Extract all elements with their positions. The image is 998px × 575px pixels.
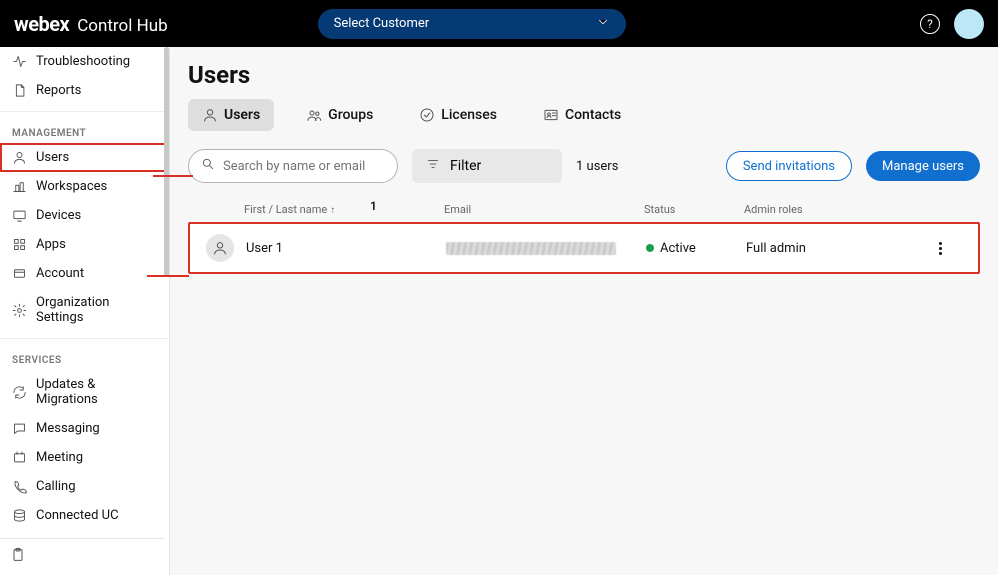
section-header-management: MANAGEMENT	[0, 118, 169, 143]
search-box[interactable]	[188, 149, 398, 183]
refresh-icon	[12, 385, 27, 400]
cell-email	[446, 242, 646, 255]
user-icon	[202, 107, 218, 123]
filter-button[interactable]: Filter	[412, 149, 562, 183]
account-icon	[12, 266, 27, 281]
clipboard-icon[interactable]	[10, 552, 26, 567]
user-icon	[12, 150, 27, 165]
tab-users[interactable]: Users	[188, 99, 274, 131]
help-icon[interactable]: ?	[920, 14, 940, 34]
brand-sub: Control Hub	[77, 16, 167, 36]
sidebar-item-label: Account	[36, 266, 84, 281]
customer-select[interactable]: Select Customer	[318, 9, 626, 39]
sidebar-item-account[interactable]: Account	[0, 259, 169, 288]
divider	[0, 338, 169, 339]
brand: webex Control Hub	[14, 12, 168, 36]
cell-name: User 1	[246, 241, 446, 256]
user-count: 1 users	[576, 159, 618, 174]
group-icon	[306, 107, 322, 123]
sidebar-item-label: Reports	[36, 83, 81, 98]
search-input[interactable]	[223, 159, 389, 174]
col-name[interactable]: First / Last name↑	[244, 203, 444, 216]
manage-users-button[interactable]: Manage users	[866, 151, 980, 181]
tab-contacts[interactable]: Contacts	[529, 99, 635, 131]
sidebar-item-troubleshooting[interactable]: Troubleshooting	[0, 47, 169, 76]
license-icon	[419, 107, 435, 123]
col-email[interactable]: Email	[444, 203, 644, 216]
activity-icon	[12, 54, 27, 69]
sidebar-item-users[interactable]: Users	[0, 143, 169, 172]
filter-icon	[426, 157, 440, 175]
brand-logo: webex	[14, 12, 69, 36]
sidebar-item-label: Apps	[36, 237, 66, 252]
sidebar-item-updates[interactable]: Updates & Migrations	[0, 370, 169, 414]
tab-label: Users	[224, 107, 260, 123]
sidebar-item-label: Troubleshooting	[36, 54, 130, 69]
sidebar-item-messaging[interactable]: Messaging	[0, 414, 169, 443]
tab-groups[interactable]: Groups	[292, 99, 387, 131]
sidebar-item-reports[interactable]: Reports	[0, 76, 169, 105]
sidebar: Troubleshooting Reports MANAGEMENT Users…	[0, 47, 170, 575]
meeting-icon	[12, 450, 27, 465]
sidebar-item-devices[interactable]: Devices	[0, 201, 169, 230]
document-icon	[12, 83, 27, 98]
sidebar-item-label: Connected UC	[36, 508, 119, 523]
phone-icon	[12, 479, 27, 494]
cell-roles: Full admin	[746, 241, 932, 256]
col-status[interactable]: Status	[644, 203, 744, 216]
divider	[0, 111, 169, 112]
tabs: Users Groups Licenses Contacts	[188, 99, 980, 131]
row-actions-menu[interactable]	[932, 240, 948, 256]
sort-asc-icon: ↑	[330, 205, 335, 216]
sidebar-item-label: Users	[36, 150, 69, 165]
device-icon	[12, 208, 27, 223]
stack-icon	[12, 508, 27, 523]
search-icon	[201, 157, 215, 175]
chevron-down-icon	[596, 15, 610, 33]
customer-select-label: Select Customer	[334, 16, 430, 31]
contacts-icon	[543, 107, 559, 123]
page-title: Users	[188, 61, 980, 89]
cell-status: Active	[646, 241, 746, 256]
sidebar-footer	[0, 538, 164, 575]
table-row[interactable]: User 1 Active Full admin	[188, 222, 980, 274]
sidebar-item-label: Organization Settings	[36, 295, 157, 325]
message-icon	[12, 421, 27, 436]
col-roles[interactable]: Admin roles	[744, 203, 934, 216]
gear-icon	[12, 303, 27, 318]
filter-label: Filter	[450, 158, 481, 174]
toolbar: Filter 1 users Send invitations Manage u…	[188, 149, 980, 183]
tab-licenses[interactable]: Licenses	[405, 99, 511, 131]
status-dot-icon	[646, 244, 654, 252]
redacted-email	[446, 242, 616, 255]
sidebar-item-workspaces[interactable]: Workspaces	[0, 172, 169, 201]
workspace-icon	[12, 179, 27, 194]
sidebar-item-org-settings[interactable]: Organization Settings	[0, 288, 169, 332]
sidebar-item-label: Meeting	[36, 450, 83, 465]
section-header-services: SERVICES	[0, 345, 169, 370]
sidebar-item-meeting[interactable]: Meeting	[0, 443, 169, 472]
sidebar-item-label: Calling	[36, 479, 76, 494]
topbar: webex Control Hub Select Customer ?	[0, 0, 998, 47]
send-invitations-button[interactable]: Send invitations	[726, 151, 852, 181]
tab-label: Contacts	[565, 107, 621, 123]
sidebar-item-label: Workspaces	[36, 179, 107, 194]
topbar-right: ?	[920, 9, 984, 39]
main-content: Users Users Groups Licenses Contacts 1	[170, 47, 998, 575]
scrollbar[interactable]	[164, 47, 169, 575]
table-header: First / Last name↑ Email Status Admin ro…	[188, 197, 980, 222]
sidebar-item-label: Messaging	[36, 421, 100, 436]
sidebar-item-label: Updates & Migrations	[36, 377, 157, 407]
apps-icon	[12, 237, 27, 252]
sidebar-item-apps[interactable]: Apps	[0, 230, 169, 259]
sidebar-item-label: Devices	[36, 208, 81, 223]
user-avatar-icon	[206, 234, 234, 262]
tab-label: Groups	[328, 107, 373, 123]
sidebar-item-connected-uc[interactable]: Connected UC	[0, 501, 169, 530]
sidebar-item-calling[interactable]: Calling	[0, 472, 169, 501]
users-table: First / Last name↑ Email Status Admin ro…	[188, 197, 980, 274]
avatar[interactable]	[954, 9, 984, 39]
tab-label: Licenses	[441, 107, 497, 123]
